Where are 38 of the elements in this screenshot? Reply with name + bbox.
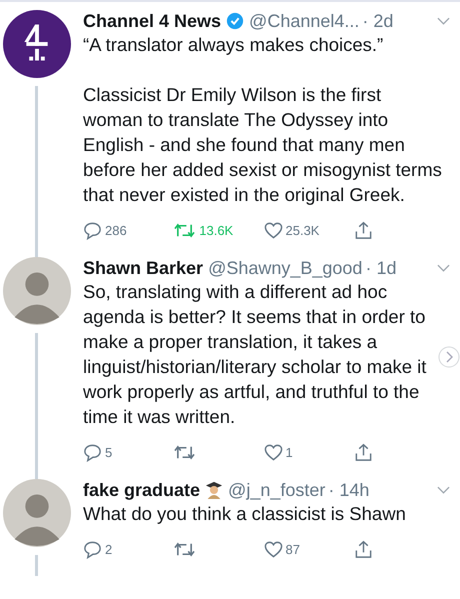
reply-icon[interactable] — [83, 540, 102, 558]
heart-icon[interactable] — [264, 442, 282, 462]
share-icon[interactable] — [354, 220, 373, 240]
heart-icon[interactable] — [264, 540, 282, 558]
chevron-down-icon[interactable] — [437, 264, 450, 272]
like-count: 87 — [286, 542, 300, 556]
tweet-time: · 2d — [362, 10, 394, 32]
like-count: 1 — [286, 444, 293, 460]
reply-count: 5 — [105, 444, 112, 460]
chevron-down-icon[interactable] — [437, 486, 450, 494]
logo-icon — [2, 10, 70, 78]
avatar-icon[interactable] — [2, 257, 70, 325]
user-handle[interactable]: @Shawny_B_good — [208, 257, 362, 279]
chevron-down-icon[interactable] — [437, 17, 450, 25]
reply-count: 286 — [105, 222, 127, 238]
user-handle[interactable]: @j_n_foster — [228, 479, 326, 501]
reply-count: 2 — [105, 542, 112, 556]
tweet-text: Classicist Dr Emily Wilson is the first woman to translate The Odyssey into English - and she found that many men before her added sexist or misogynist terms that never existed in the original Greek. — [83, 83, 443, 207]
author-name[interactable]: fake graduate — [83, 479, 200, 501]
retweet-icon[interactable] — [173, 540, 196, 558]
user-handle[interactable]: @Channel4... — [249, 10, 360, 32]
share-icon[interactable] — [354, 442, 373, 462]
author-name[interactable]: Shawn Barker — [83, 257, 204, 279]
heart-icon[interactable] — [264, 220, 282, 240]
retweet-count: 13.6K — [199, 222, 234, 238]
tweet-text: So, translating with a different ad hoc agenda is better? It seems that in order to make a proper translation, it takes a linguist/historian/literary scholar to make it work properly as artful, and truthful to the time it was written. — [83, 280, 428, 429]
retweet-icon[interactable] — [173, 442, 196, 462]
like-count: 25.3K — [286, 222, 320, 238]
tweet-text: “A translator always makes choices.” — [83, 33, 384, 57]
reply-icon[interactable] — [83, 442, 102, 462]
tweet-text: What do you think a classicist is Shawn — [83, 502, 407, 526]
tweet-time: · 1d — [365, 257, 396, 279]
retweet-icon[interactable] — [173, 220, 196, 240]
avatar-icon[interactable] — [2, 479, 70, 547]
tweet-time: · 14h — [328, 479, 370, 501]
reply-icon[interactable] — [83, 220, 102, 240]
author-name[interactable]: Channel 4 News — [83, 10, 222, 32]
share-icon[interactable] — [354, 540, 373, 558]
